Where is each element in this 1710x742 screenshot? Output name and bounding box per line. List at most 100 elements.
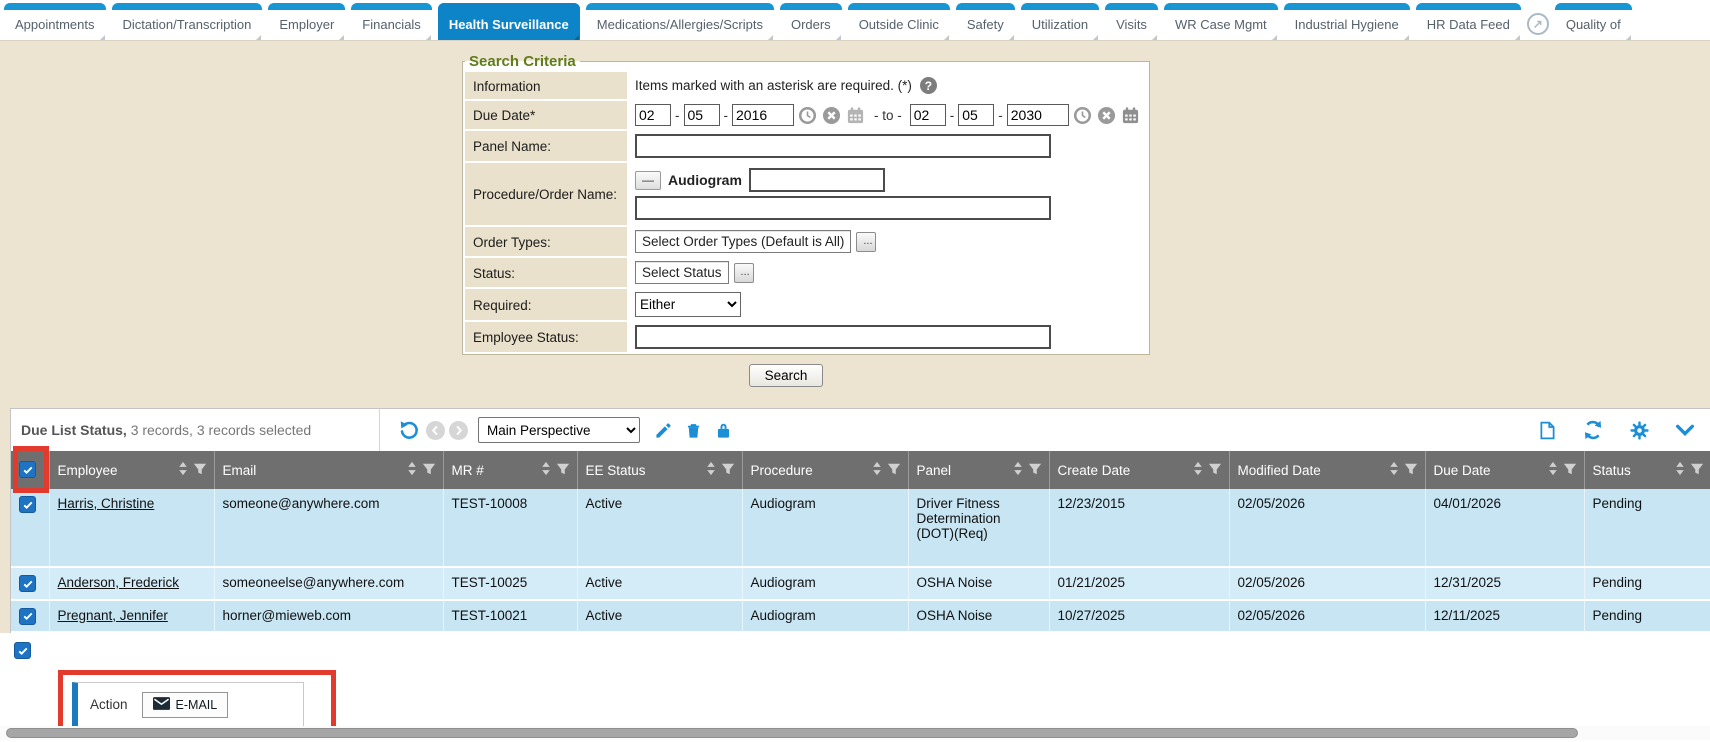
- tab-orders[interactable]: Orders: [780, 3, 842, 40]
- search-button[interactable]: Search: [749, 364, 824, 387]
- calendar-icon[interactable]: [1121, 106, 1140, 125]
- undo-icon[interactable]: [398, 419, 420, 441]
- filter-icon[interactable]: [556, 462, 570, 479]
- footer-select-all-checkbox[interactable]: [14, 642, 31, 659]
- tab-safety[interactable]: Safety: [956, 3, 1015, 40]
- employee-link[interactable]: Anderson, Frederick: [58, 575, 180, 590]
- sort-icon[interactable]: [706, 461, 716, 479]
- tab-label: Financials: [362, 17, 421, 32]
- help-icon[interactable]: ?: [920, 77, 937, 94]
- filter-icon[interactable]: [1404, 462, 1418, 479]
- status-browse-button[interactable]: ...: [734, 263, 754, 283]
- row-checkbox[interactable]: [19, 608, 36, 625]
- sort-icon[interactable]: [1389, 461, 1399, 479]
- filter-icon[interactable]: [1563, 462, 1577, 479]
- calendar-icon[interactable]: [846, 106, 865, 125]
- filter-icon[interactable]: [1028, 462, 1042, 479]
- procedure-name-input[interactable]: [635, 196, 1051, 220]
- filter-icon[interactable]: [887, 462, 901, 479]
- status-label: Status:: [465, 258, 629, 287]
- due-from-day-input[interactable]: [684, 104, 720, 126]
- tab-wr-case-mgmt[interactable]: WR Case Mgmt: [1164, 3, 1278, 40]
- sort-icon[interactable]: [541, 461, 551, 479]
- tab-appointments[interactable]: Appointments: [4, 3, 106, 40]
- select-all-checkbox[interactable]: [19, 461, 36, 478]
- chevron-down-icon[interactable]: [1674, 419, 1696, 441]
- email-button[interactable]: E-MAIL: [142, 692, 229, 718]
- due-to-day-input[interactable]: [958, 104, 994, 126]
- previous-icon[interactable]: [426, 421, 445, 440]
- procedure-filter-input[interactable]: [749, 168, 885, 192]
- sort-icon[interactable]: [1675, 461, 1685, 479]
- column-header-ee-status[interactable]: EE Status: [577, 451, 742, 489]
- sort-icon[interactable]: [178, 461, 188, 479]
- tab-quality-of[interactable]: Quality of: [1555, 3, 1632, 40]
- sort-icon[interactable]: [1013, 461, 1023, 479]
- column-header-email[interactable]: Email: [214, 451, 443, 489]
- sort-icon[interactable]: [407, 461, 417, 479]
- row-checkbox[interactable]: [19, 575, 36, 592]
- date-separator: -: [724, 108, 729, 123]
- order-types-browse-button[interactable]: ...: [856, 232, 876, 252]
- column-header-mr[interactable]: MR #: [443, 451, 577, 489]
- external-arrow-icon[interactable]: ↗: [1527, 13, 1549, 35]
- tab-dictation-transcription[interactable]: Dictation/Transcription: [112, 3, 263, 40]
- tab-visits[interactable]: Visits: [1105, 3, 1158, 40]
- filter-icon[interactable]: [1690, 462, 1704, 479]
- horizontal-scrollbar[interactable]: [0, 726, 1710, 740]
- column-header-create-date[interactable]: Create Date: [1049, 451, 1229, 489]
- lock-icon[interactable]: [712, 419, 734, 441]
- new-document-icon[interactable]: [1536, 419, 1558, 441]
- column-header-status[interactable]: Status: [1584, 451, 1710, 489]
- column-header-employee[interactable]: Employee: [49, 451, 214, 489]
- tab-medications-allergies-scripts[interactable]: Medications/Allergies/Scripts: [586, 3, 774, 40]
- remove-procedure-button[interactable]: —: [635, 171, 661, 190]
- column-header-modified-date[interactable]: Modified Date: [1229, 451, 1425, 489]
- tab-health-surveillance[interactable]: Health Surveillance: [438, 3, 580, 40]
- column-header-panel[interactable]: Panel: [908, 451, 1049, 489]
- clear-date-icon[interactable]: [1097, 106, 1116, 125]
- tab-employer[interactable]: Employer: [268, 3, 345, 40]
- tab-hr-data-feed[interactable]: HR Data Feed: [1416, 3, 1521, 40]
- due-to-month-input[interactable]: [910, 104, 946, 126]
- order-types-listbox[interactable]: Select Order Types (Default is All): [635, 230, 851, 253]
- perspective-select[interactable]: Main Perspective: [478, 417, 640, 443]
- sort-icon[interactable]: [1548, 461, 1558, 479]
- clock-icon[interactable]: [1073, 106, 1092, 125]
- filter-icon[interactable]: [422, 462, 436, 479]
- due-to-year-input[interactable]: [1007, 104, 1069, 126]
- due-from-year-input[interactable]: [732, 104, 794, 126]
- sort-icon[interactable]: [1193, 461, 1203, 479]
- employee-status-input[interactable]: [635, 325, 1051, 349]
- panel-name-input[interactable]: [635, 134, 1051, 158]
- delete-trash-icon[interactable]: [682, 419, 704, 441]
- clock-icon[interactable]: [798, 106, 817, 125]
- next-icon[interactable]: [449, 421, 468, 440]
- column-header-procedure[interactable]: Procedure: [742, 451, 908, 489]
- edit-pencil-icon[interactable]: [652, 419, 674, 441]
- gear-icon[interactable]: [1628, 419, 1650, 441]
- required-select[interactable]: Either: [635, 292, 741, 317]
- tab-financials[interactable]: Financials: [351, 3, 432, 40]
- row-checkbox[interactable]: [19, 496, 36, 513]
- tab-industrial-hygiene[interactable]: Industrial Hygiene: [1284, 3, 1410, 40]
- filter-icon[interactable]: [721, 462, 735, 479]
- status-listbox[interactable]: Select Status: [635, 261, 729, 284]
- employee-link[interactable]: Harris, Christine: [58, 496, 155, 511]
- due-date-label: Due Date*: [465, 101, 629, 129]
- horizontal-scrollbar-thumb[interactable]: [6, 728, 1578, 738]
- required-label: Required:: [465, 289, 629, 320]
- clear-date-icon[interactable]: [822, 106, 841, 125]
- results-title: Due List Status, 3 records, 3 records se…: [11, 422, 379, 438]
- filter-icon[interactable]: [1208, 462, 1222, 479]
- refresh-icon[interactable]: [1582, 419, 1604, 441]
- employee-link[interactable]: Pregnant, Jennifer: [58, 608, 168, 623]
- filter-icon[interactable]: [193, 462, 207, 479]
- column-header-due-date[interactable]: Due Date: [1425, 451, 1584, 489]
- tab-utilization[interactable]: Utilization: [1021, 3, 1099, 40]
- tab-outside-clinic[interactable]: Outside Clinic: [848, 3, 950, 40]
- email-cell: horner@mieweb.com: [214, 600, 443, 633]
- column-label: Procedure: [751, 463, 813, 478]
- due-from-month-input[interactable]: [635, 104, 671, 126]
- sort-icon[interactable]: [872, 461, 882, 479]
